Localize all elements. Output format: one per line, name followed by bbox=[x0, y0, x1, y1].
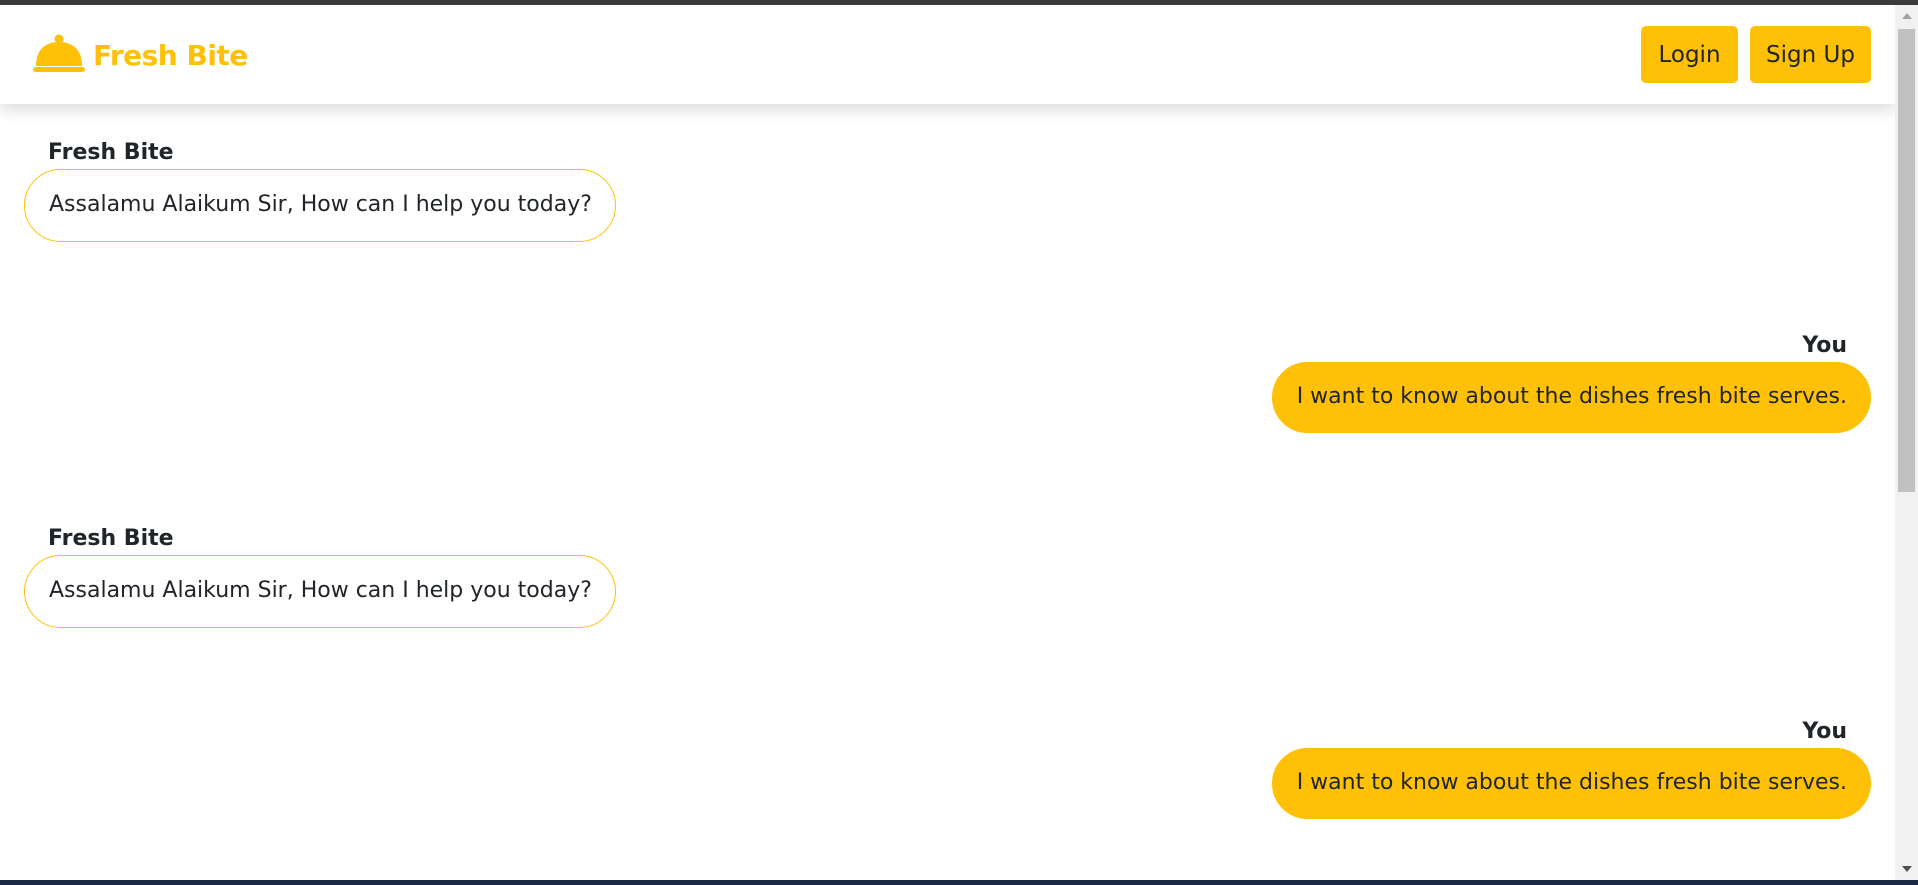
scroll-up-arrow-icon[interactable] bbox=[1902, 13, 1912, 19]
page: Fresh Bite Login Sign Up Fresh Bite Assa… bbox=[0, 5, 1895, 880]
message-sender: Fresh Bite bbox=[48, 140, 174, 165]
message-bubble: I want to know about the dishes fresh bi… bbox=[1271, 362, 1871, 433]
message-bubble: I want to know about the dishes fresh bi… bbox=[1271, 748, 1871, 819]
cloche-icon bbox=[33, 34, 85, 72]
scrollbar-thumb[interactable] bbox=[1898, 29, 1915, 492]
scroll-down-arrow-icon[interactable] bbox=[1902, 866, 1912, 872]
chat-message-user: You I want to know about the dishes fres… bbox=[1271, 719, 1871, 819]
brand-logo-link[interactable]: Fresh Bite bbox=[33, 30, 248, 80]
chat-message-user: You I want to know about the dishes fres… bbox=[1271, 333, 1871, 433]
login-button[interactable]: Login bbox=[1641, 26, 1738, 83]
message-bubble: Assalamu Alaikum Sir, How can I help you… bbox=[24, 169, 616, 242]
message-sender: Fresh Bite bbox=[48, 526, 174, 551]
signup-button[interactable]: Sign Up bbox=[1750, 26, 1871, 83]
navbar: Fresh Bite Login Sign Up bbox=[0, 5, 1895, 104]
vertical-scrollbar[interactable] bbox=[1895, 5, 1918, 880]
message-sender: You bbox=[1802, 719, 1847, 744]
chat-message-bot: Fresh Bite Assalamu Alaikum Sir, How can… bbox=[24, 140, 616, 242]
message-sender: You bbox=[1802, 333, 1847, 358]
window-bottom-edge bbox=[0, 880, 1918, 885]
message-bubble: Assalamu Alaikum Sir, How can I help you… bbox=[24, 555, 616, 628]
chat-area: Fresh Bite Assalamu Alaikum Sir, How can… bbox=[0, 104, 1895, 880]
chat-message-bot: Fresh Bite Assalamu Alaikum Sir, How can… bbox=[24, 526, 616, 628]
brand-name: Fresh Bite bbox=[93, 38, 248, 72]
